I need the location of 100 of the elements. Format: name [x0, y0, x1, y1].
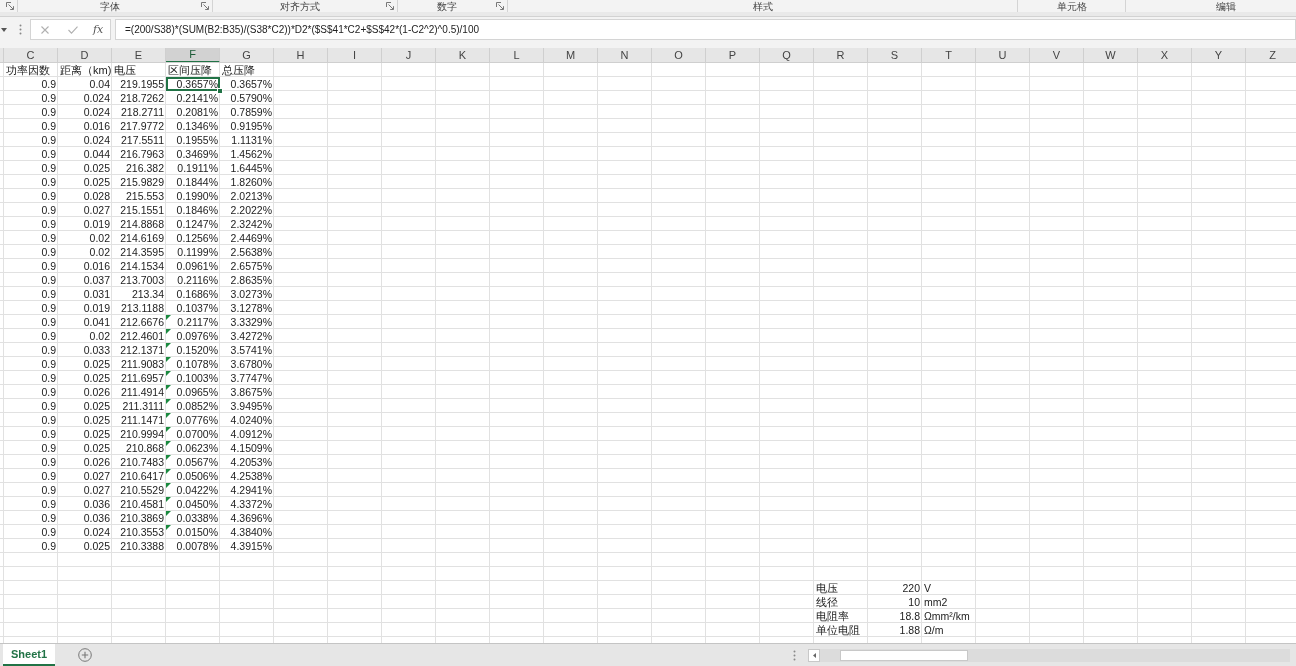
- dialog-launcher-icon[interactable]: [496, 2, 504, 10]
- table-cell-text: 0.9: [40, 77, 57, 91]
- scroll-left-button[interactable]: [808, 648, 820, 662]
- cancel-icon[interactable]: [41, 25, 49, 34]
- table-cell-text: 0.025: [82, 539, 111, 553]
- table-cell-text: 0.9195%: [229, 119, 273, 133]
- error-indicator-icon: [166, 469, 171, 474]
- table-cell-text: 2.8635%: [229, 273, 273, 287]
- table-cell-text: 0.1686%: [175, 287, 219, 301]
- table-cell-text: 0.1846%: [175, 203, 219, 217]
- dialog-launcher-icon[interactable]: [201, 2, 209, 10]
- table-cell-text: 0.9: [40, 539, 57, 553]
- table-cell-text: 3.4272%: [229, 329, 273, 343]
- check-icon[interactable]: [68, 25, 78, 34]
- table-cell-text: 0.025: [82, 161, 111, 175]
- formula-field[interactable]: =(200/S38)*(SUM(B2:B35)/(S38*C2))*D2*($S$41*C2+$S$42*(1-C2^2)^0.5)/100: [115, 19, 1296, 40]
- table-cell-text: 0.9: [40, 427, 57, 441]
- table-cell: 0.0965%: [166, 385, 220, 399]
- error-indicator-icon: [166, 511, 171, 516]
- table-cell-text: 210.6417: [119, 469, 165, 483]
- table-cell-text: 215.1551: [119, 203, 165, 217]
- table-cell-text: 3.9495%: [229, 399, 273, 413]
- table-cell-text: 线径: [815, 595, 839, 609]
- table-cell-text: 0.028: [82, 189, 111, 203]
- table-cell-text: 0.9: [40, 357, 57, 371]
- table-cell-text: 0.9: [40, 91, 57, 105]
- table-cell-text: 211.9083: [120, 357, 165, 371]
- table-cell-text: 0.036: [82, 497, 111, 511]
- column-header[interactable]: F: [166, 48, 220, 62]
- error-indicator-icon: [166, 385, 171, 390]
- scrollbar-thumb[interactable]: [840, 649, 968, 661]
- table-cell-text: 218.7262: [119, 91, 165, 105]
- table-cell-text: 4.2538%: [229, 469, 273, 483]
- table-cell-text: 211.6957: [120, 371, 165, 385]
- table-cell-text: 0.9: [40, 329, 57, 343]
- table-cell-text: 210.3553: [119, 525, 165, 539]
- table-cell-text: 0.024: [82, 133, 111, 147]
- table-cell-text: 电阻率: [815, 609, 850, 623]
- table-cell: 0.0623%: [166, 441, 220, 455]
- error-indicator-icon: [166, 455, 171, 460]
- table-cell-text: 0.1990%: [175, 189, 219, 203]
- table-cell: 0.1003%: [166, 371, 220, 385]
- table-cell-text: 0.025: [82, 427, 111, 441]
- table-cell-text: 0.2116%: [176, 273, 219, 287]
- table-cell-text: 10: [907, 595, 921, 609]
- add-sheet-icon[interactable]: [78, 648, 93, 662]
- caret-down-icon[interactable]: [1, 27, 7, 32]
- table-cell-text: 2.4469%: [229, 231, 273, 245]
- table-cell-text: 213.1188: [120, 301, 165, 315]
- table-cell-text: V: [923, 581, 932, 595]
- table-cell-text: 2.5638%: [229, 245, 273, 259]
- table-cell-text: 0.044: [82, 147, 111, 161]
- table-cell-text: 4.2053%: [229, 455, 273, 469]
- table-cell-text: 0.031: [82, 287, 111, 301]
- table-cell-text: 217.5511: [120, 133, 165, 147]
- table-cell-text: 0.041: [82, 315, 111, 329]
- table-cell-text: 0.9: [40, 231, 57, 245]
- insert-function-button[interactable]: fx: [93, 23, 104, 36]
- table-cell-text: 0.019: [82, 217, 111, 231]
- table-cell-text: 0.9: [40, 371, 57, 385]
- dialog-launcher-icon[interactable]: [386, 2, 394, 10]
- table-cell-text: 216.382: [125, 161, 165, 175]
- caret-left-icon: [812, 652, 816, 658]
- table-cell-text: 0.02: [88, 231, 111, 245]
- error-indicator-icon: [166, 315, 171, 320]
- table-cell-text: 0.9: [40, 105, 57, 119]
- error-indicator-icon: [166, 371, 171, 376]
- table-cell-text: 0.1247%: [175, 217, 219, 231]
- fill-handle[interactable]: [217, 88, 223, 94]
- table-cell: 0.1520%: [166, 343, 220, 357]
- table-cell-text: 0.037: [82, 273, 111, 287]
- table-cell-text: 0.9: [40, 469, 57, 483]
- table-cell: 0.0567%: [166, 455, 220, 469]
- vertical-dots-icon: [19, 24, 22, 35]
- table-cell-text: 218.2711: [120, 105, 165, 119]
- table-cell-text: 211.3111: [121, 399, 165, 413]
- error-indicator-icon: [166, 427, 171, 432]
- error-indicator-icon: [166, 343, 171, 348]
- ribbon-group-label: 字体: [99, 0, 120, 12]
- error-indicator-icon: [166, 329, 171, 334]
- table-cell-text: 0.9: [40, 245, 57, 259]
- table-cell-text: 3.0273%: [229, 287, 273, 301]
- table-cell-text: 0.9: [40, 189, 57, 203]
- table-header-cell-text: 总压降: [221, 63, 256, 77]
- table-cell-text: 2.2022%: [229, 203, 273, 217]
- table-cell-text: 216.7963: [119, 147, 165, 161]
- vertical-dots-icon: [793, 649, 796, 661]
- table-cell-text: 214.3595: [119, 245, 165, 259]
- sheet-tab[interactable]: Sheet1: [3, 644, 56, 666]
- table-cell-text: 0.016: [82, 119, 111, 133]
- table-cell-text: 0.025: [82, 357, 111, 371]
- table-cell-text: 1.88: [898, 623, 921, 637]
- table-cell-text: 0.9: [40, 259, 57, 273]
- table-cell-text: 0.1844%: [175, 175, 219, 189]
- table-cell-text: 0.9: [40, 525, 57, 539]
- table-cell-text: 210.4581: [119, 497, 165, 511]
- table-cell-text: 0.027: [82, 469, 111, 483]
- dialog-launcher-icon[interactable]: [6, 2, 14, 10]
- table-header-cell-text: 功率因数: [5, 63, 51, 77]
- table-cell-text: 单位电阻: [815, 623, 861, 637]
